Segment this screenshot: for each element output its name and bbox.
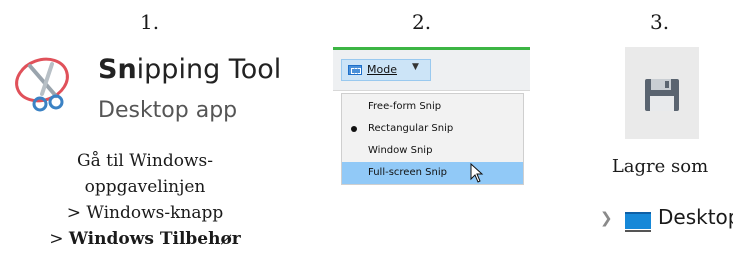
chevron-down-icon[interactable]: ▼ bbox=[412, 62, 419, 72]
instruction-line-2: oppgavelinjen bbox=[84, 177, 206, 197]
step-number-3: 3. bbox=[650, 10, 670, 34]
instruction-line-1: Gå til Windows- bbox=[77, 151, 213, 171]
save-as-caption: Lagre som bbox=[611, 156, 709, 177]
menu-item-label: Full-screen Snip bbox=[368, 167, 447, 178]
instruction-bold: Windows Tilbehør bbox=[68, 229, 241, 249]
mouse-cursor-icon bbox=[470, 162, 484, 183]
mode-menu-screenshot: Mode ▼ Free-form Snip Rectangular Snip W… bbox=[333, 47, 530, 189]
instruction-prefix: > bbox=[49, 229, 69, 249]
mode-button[interactable]: Mode ▼ bbox=[341, 59, 431, 81]
app-name-rest: ipping Tool bbox=[136, 54, 282, 85]
app-subtitle: Desktop app bbox=[98, 98, 238, 123]
desktop-folder-icon bbox=[625, 212, 651, 232]
toolbar: Mode ▼ bbox=[333, 50, 530, 91]
chevron-right-icon[interactable]: ❯ bbox=[600, 209, 613, 227]
save-button[interactable] bbox=[625, 47, 699, 139]
step-number-1: 1. bbox=[140, 10, 160, 34]
menu-item-full-screen[interactable]: Full-screen Snip bbox=[342, 162, 523, 184]
step1-instructions: Gå til Windows- oppgavelinjen > Windows-… bbox=[20, 148, 270, 252]
menu-item-free-form[interactable]: Free-form Snip bbox=[342, 96, 523, 118]
menu-item-label: Rectangular Snip bbox=[368, 123, 454, 134]
app-name[interactable]: Snipping Tool bbox=[98, 54, 281, 85]
step-number-2: 2. bbox=[412, 10, 432, 34]
instruction-line-4: > Windows Tilbehør bbox=[20, 226, 270, 252]
selected-dot-icon bbox=[351, 126, 357, 132]
snipping-tool-icon[interactable] bbox=[12, 52, 78, 118]
menu-item-label: Free-form Snip bbox=[368, 101, 442, 112]
app-name-match: Sn bbox=[98, 54, 137, 85]
mode-menu: Free-form Snip Rectangular Snip Window S… bbox=[341, 93, 524, 185]
mode-label: Mode bbox=[367, 63, 397, 76]
instruction-line-3: > Windows-knapp bbox=[66, 203, 224, 223]
save-icon bbox=[643, 77, 681, 113]
menu-item-label: Window Snip bbox=[368, 145, 433, 156]
tree-item-label: Desktop bbox=[658, 205, 733, 229]
menu-item-rectangular[interactable]: Rectangular Snip bbox=[342, 118, 523, 140]
tree-item-desktop[interactable]: ❯ Desktop bbox=[600, 204, 733, 234]
rectangle-snip-icon bbox=[348, 65, 362, 75]
menu-item-window[interactable]: Window Snip bbox=[342, 140, 523, 162]
